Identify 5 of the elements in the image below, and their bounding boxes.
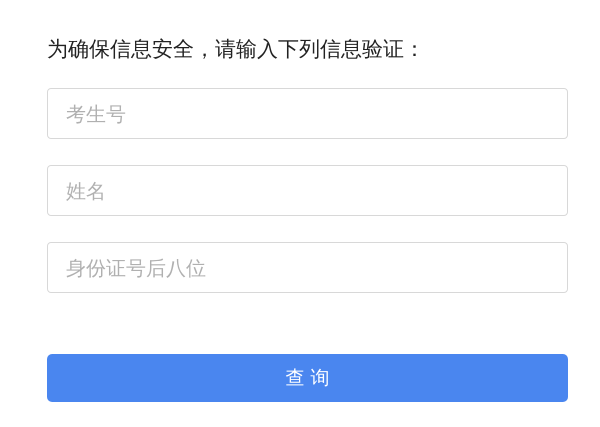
- input-field[interactable]: 姓名: [47, 165, 568, 216]
- query-button[interactable]: 查 询: [47, 354, 568, 402]
- instruction-text: 为确保信息安全，请输入下列信息验证：: [47, 36, 426, 63]
- input-field[interactable]: 身份证号后八位: [47, 242, 568, 293]
- input-field[interactable]: 考生号: [47, 88, 568, 139]
